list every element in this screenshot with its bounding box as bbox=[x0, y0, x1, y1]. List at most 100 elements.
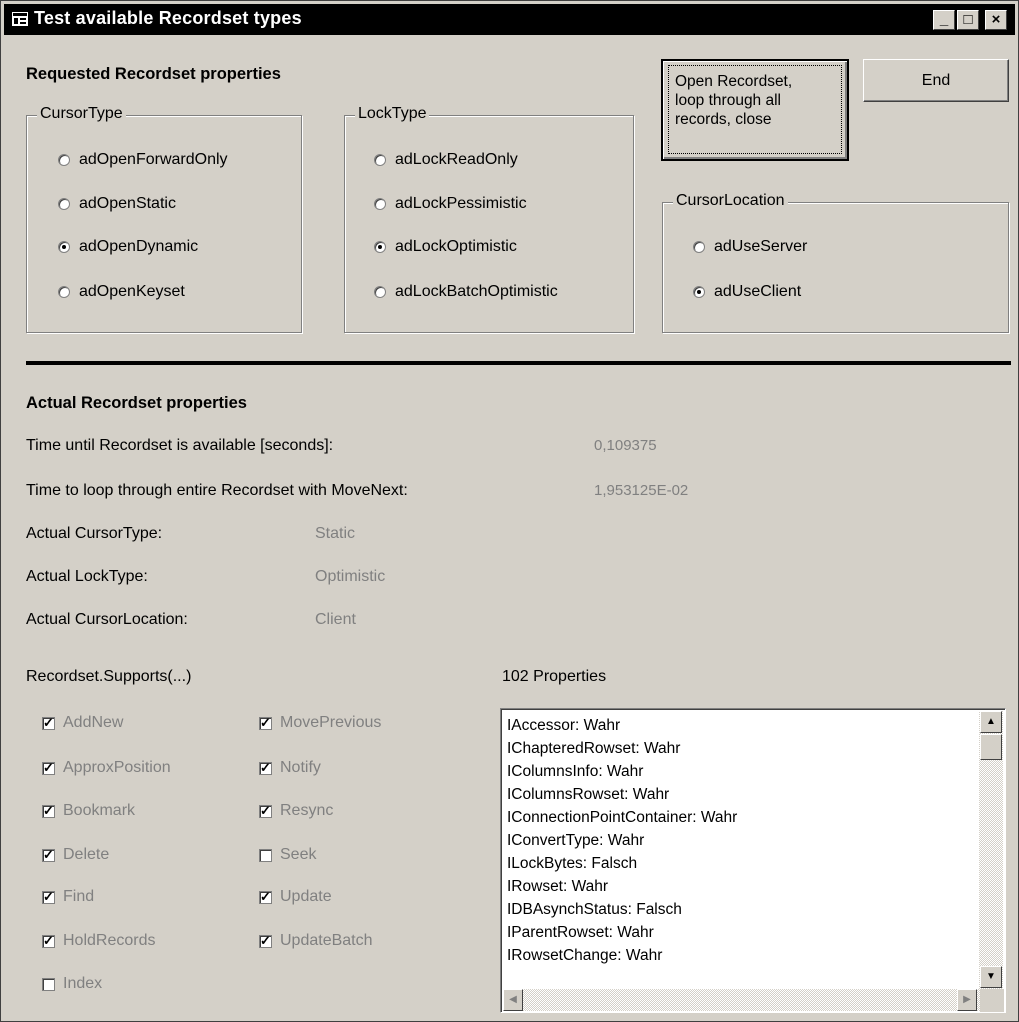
list-item[interactable]: IColumnsInfo: Wahr bbox=[507, 760, 737, 783]
checkbox-mark bbox=[42, 977, 55, 991]
radio-indicator bbox=[58, 154, 70, 166]
properties-list: IAccessor: Wahr IChapteredRowset: Wahr I… bbox=[507, 714, 737, 967]
checkbox-mark: ✓ bbox=[42, 802, 55, 818]
radio-label: adLockPessimistic bbox=[395, 195, 527, 212]
list-item[interactable]: IRowset: Wahr bbox=[507, 875, 737, 898]
app-icon bbox=[12, 12, 28, 26]
radio-label: adOpenKeyset bbox=[79, 283, 185, 300]
checkbox-mark: ✓ bbox=[259, 759, 272, 775]
main-window: Test available Recordset types _ □ × Req… bbox=[0, 0, 1019, 1022]
radio-indicator bbox=[58, 286, 70, 298]
end-button[interactable]: End bbox=[863, 59, 1009, 102]
radio-adlockpessimistic[interactable]: adLockPessimistic bbox=[374, 195, 527, 213]
radio-adopenforwardonly[interactable]: adOpenForwardOnly bbox=[58, 151, 228, 169]
scroll-right-button[interactable]: ▶ bbox=[957, 989, 977, 1011]
checkbox-mark: ✓ bbox=[259, 802, 272, 818]
scroll-up-button[interactable]: ▲ bbox=[980, 711, 1002, 733]
radio-indicator bbox=[374, 286, 386, 298]
checkbox-updatebatch[interactable]: ✓ UpdateBatch bbox=[259, 932, 373, 950]
checkbox-index[interactable]: Index bbox=[42, 975, 102, 993]
radio-aduseclient[interactable]: adUseClient bbox=[693, 283, 801, 301]
scrollbar-corner bbox=[980, 989, 1004, 1012]
radio-adlockoptimistic[interactable]: adLockOptimistic bbox=[374, 238, 517, 256]
radio-label: adLockReadOnly bbox=[395, 151, 518, 168]
radio-indicator bbox=[693, 241, 705, 253]
radio-label: adOpenDynamic bbox=[79, 238, 199, 255]
horizontal-scrollbar[interactable] bbox=[503, 989, 980, 1011]
minimize-button[interactable]: _ bbox=[933, 10, 955, 30]
checkbox-holdrecords[interactable]: ✓ HoldRecords bbox=[42, 932, 155, 950]
checkbox-mark: ✓ bbox=[259, 714, 272, 730]
checkbox-mark: ✓ bbox=[42, 888, 55, 904]
checkbox-mark: ✓ bbox=[42, 759, 55, 775]
scroll-left-button[interactable]: ◀ bbox=[503, 989, 523, 1011]
radio-label: adLockBatchOptimistic bbox=[395, 283, 558, 300]
checkbox-resync[interactable]: ✓ Resync bbox=[259, 802, 333, 820]
checkbox-seek[interactable]: Seek bbox=[259, 846, 316, 864]
radio-adlockbatchoptimistic[interactable]: adLockBatchOptimistic bbox=[374, 283, 558, 301]
radio-adopenstatic[interactable]: adOpenStatic bbox=[58, 195, 176, 213]
checkbox-addnew[interactable]: ✓ AddNew bbox=[42, 714, 123, 732]
checkbox-moveprevious[interactable]: ✓ MovePrevious bbox=[259, 714, 381, 732]
actual-heading: Actual Recordset properties bbox=[26, 394, 247, 412]
open-recordset-button[interactable]: Open Recordset, loop through all records… bbox=[661, 59, 849, 161]
time-loop-value: 1,953125E-02 bbox=[594, 482, 689, 499]
actual-cursorlocation-label: Actual CursorLocation: bbox=[26, 611, 188, 628]
checkbox-mark: ✓ bbox=[42, 714, 55, 730]
close-button[interactable]: × bbox=[985, 10, 1007, 30]
time-available-label: Time until Recordset is available [secon… bbox=[26, 437, 334, 454]
open-recordset-label: Open Recordset, loop through all records… bbox=[675, 73, 793, 128]
radio-adlockreadonly[interactable]: adLockReadOnly bbox=[374, 151, 518, 169]
radio-label: adOpenStatic bbox=[79, 195, 176, 212]
radio-indicator bbox=[58, 241, 70, 253]
cursorlocation-group: CursorLocation bbox=[662, 192, 1009, 333]
actual-locktype-label: Actual LockType: bbox=[26, 568, 148, 585]
properties-listbox[interactable]: IAccessor: Wahr IChapteredRowset: Wahr I… bbox=[500, 708, 1006, 1013]
window-title: Test available Recordset types bbox=[34, 8, 302, 28]
list-item[interactable]: IDBAsynchStatus: Falsch bbox=[507, 898, 737, 921]
radio-indicator bbox=[58, 198, 70, 210]
radio-indicator bbox=[374, 154, 386, 166]
radio-label: adUseClient bbox=[714, 283, 802, 300]
cursorlocation-label: CursorLocation bbox=[673, 192, 788, 210]
list-item[interactable]: ILockBytes: Falsch bbox=[507, 852, 737, 875]
list-item[interactable]: IAccessor: Wahr bbox=[507, 714, 737, 737]
cursortype-label: CursorType bbox=[37, 105, 126, 123]
list-item[interactable]: IParentRowset: Wahr bbox=[507, 921, 737, 944]
time-available-value: 0,109375 bbox=[594, 437, 657, 454]
checkbox-mark: ✓ bbox=[259, 932, 272, 948]
radio-indicator bbox=[693, 286, 705, 298]
list-item[interactable]: IChapteredRowset: Wahr bbox=[507, 737, 737, 760]
checkbox-mark bbox=[259, 848, 272, 862]
properties-count-label: 102 Properties bbox=[502, 668, 607, 685]
list-item[interactable]: IColumnsRowset: Wahr bbox=[507, 783, 737, 806]
radio-adopenkeyset[interactable]: adOpenKeyset bbox=[58, 283, 185, 301]
checkbox-notify[interactable]: ✓ Notify bbox=[259, 759, 321, 777]
actual-cursortype-label: Actual CursorType: bbox=[26, 525, 163, 542]
actual-locktype-value: Optimistic bbox=[315, 568, 386, 585]
checkbox-update[interactable]: ✓ Update bbox=[259, 888, 332, 906]
radio-adusserver[interactable]: adUseServer bbox=[693, 238, 807, 256]
list-item[interactable]: IConvertType: Wahr bbox=[507, 829, 737, 852]
checkbox-mark: ✓ bbox=[42, 932, 55, 948]
checkbox-find[interactable]: ✓ Find bbox=[42, 888, 94, 906]
title-bar[interactable]: Test available Recordset types _ □ × bbox=[4, 4, 1015, 35]
scroll-thumb[interactable] bbox=[980, 734, 1002, 760]
checkbox-approxposition[interactable]: ✓ ApproxPosition bbox=[42, 759, 171, 777]
scroll-down-button[interactable]: ▼ bbox=[980, 966, 1002, 988]
locktype-label: LockType bbox=[355, 105, 430, 123]
checkbox-delete[interactable]: ✓ Delete bbox=[42, 846, 109, 864]
checkbox-mark: ✓ bbox=[42, 846, 55, 862]
radio-indicator bbox=[374, 241, 386, 253]
radio-label: adLockOptimistic bbox=[395, 238, 517, 255]
radio-adopendynamic[interactable]: adOpenDynamic bbox=[58, 238, 198, 256]
radio-label: adUseServer bbox=[714, 238, 808, 255]
list-item[interactable]: IConnectionPointContainer: Wahr bbox=[507, 806, 737, 829]
radio-label: adOpenForwardOnly bbox=[79, 151, 228, 168]
maximize-button[interactable]: □ bbox=[957, 10, 979, 30]
supports-label: Recordset.Supports(...) bbox=[26, 668, 192, 685]
checkbox-bookmark[interactable]: ✓ Bookmark bbox=[42, 802, 135, 820]
list-item[interactable]: IRowsetChange: Wahr bbox=[507, 944, 737, 967]
actual-cursortype-value: Static bbox=[315, 525, 356, 542]
time-loop-label: Time to loop through entire Recordset wi… bbox=[26, 482, 408, 499]
